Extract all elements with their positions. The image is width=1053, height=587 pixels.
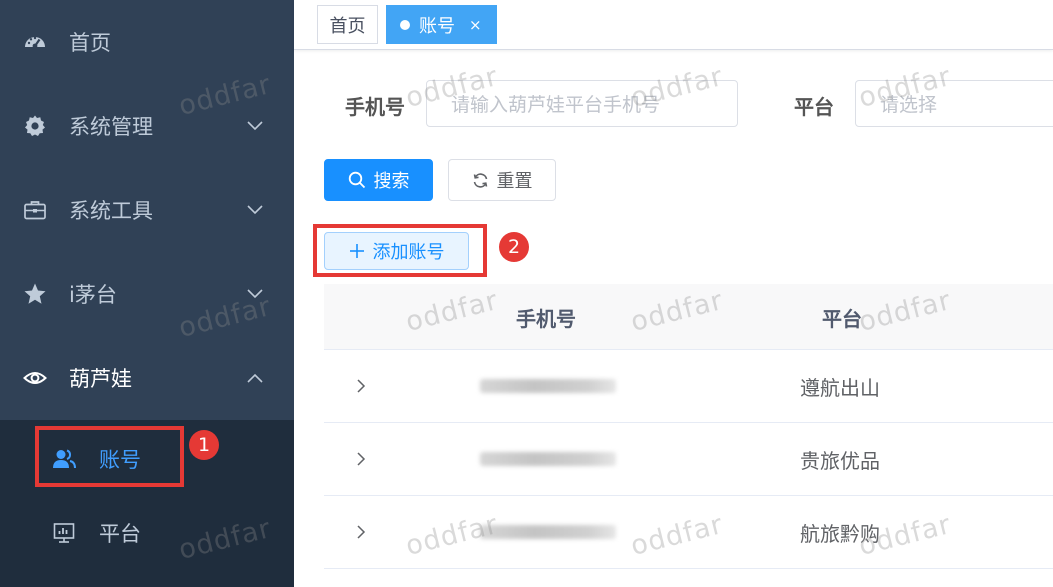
sidebar-item-label: 首页 [69,31,111,55]
tab-account[interactable]: 账号 × [386,5,497,44]
annotation-badge-2: 2 [499,232,529,262]
expand-row-icon[interactable] [352,448,370,470]
platform-cell: 贵旅优品 [800,449,880,473]
chevron-down-icon [245,116,265,136]
sidebar-item-system-management[interactable]: 系统管理 [0,84,294,168]
chevron-up-icon [245,368,265,388]
table-header: 手机号 平台 [324,284,1053,350]
monitor-chart-icon [52,521,76,545]
sidebar-item-system-tools[interactable]: 系统工具 [0,168,294,252]
annotation-badge-1: 1 [189,430,219,460]
active-dot-icon [400,19,410,30]
phone-input[interactable]: 请输入葫芦娃平台手机号 [426,80,738,127]
close-icon[interactable]: × [469,16,482,34]
chevron-down-icon [245,200,265,220]
platform-label: 平台 [794,95,834,119]
star-icon [22,281,48,307]
sidebar: 首页 系统管理 系统工具 i茅台 葫芦娃 账号 平台 [0,0,294,587]
search-button[interactable]: 搜索 [324,159,433,201]
sidebar-item-label: 系统工具 [69,199,153,223]
masked-phone-number [480,525,616,539]
reset-button-label: 重置 [496,171,533,192]
search-button-label: 搜索 [373,171,410,192]
sidebar-item-home[interactable]: 首页 [0,0,294,84]
refresh-icon [472,172,489,189]
sidebar-item-imoutai[interactable]: i茅台 [0,252,294,336]
search-icon [348,171,366,189]
annotation-box-2 [313,224,487,277]
table-row: 遵航出山 [324,350,1053,423]
masked-phone-number [480,379,616,393]
platform-cell: 航旅黔购 [800,522,880,546]
table-row: 贵旅优品 [324,423,1053,496]
sidebar-item-label: i茅台 [69,283,117,307]
masked-phone-number [480,452,616,466]
eye-icon [22,365,48,391]
sidebar-item-label: 系统管理 [69,115,153,139]
sidebar-subitem-label: 平台 [99,522,141,546]
expand-row-icon[interactable] [352,521,370,543]
tab-label: 账号 [419,15,455,37]
phone-input-placeholder: 请输入葫芦娃平台手机号 [451,94,661,116]
reset-button[interactable]: 重置 [448,159,556,201]
platform-select-placeholder: 请选择 [880,94,938,116]
phone-label: 手机号 [345,95,405,119]
annotation-box-1 [35,426,184,487]
toolbox-icon [22,197,48,223]
platform-select[interactable]: 请选择 [855,80,1053,127]
sidebar-subitem-platform[interactable]: 平台 [0,496,294,570]
expand-row-icon[interactable] [352,375,370,397]
chevron-down-icon [245,284,265,304]
dashboard-icon [22,29,48,55]
gear-icon [22,113,48,139]
table-row: 航旅黔购 [324,496,1053,569]
column-header-platform: 平台 [822,306,862,331]
sidebar-item-huluwa[interactable]: 葫芦娃 [0,336,294,420]
tab-home[interactable]: 首页 [317,5,378,44]
sidebar-item-label: 葫芦娃 [69,367,132,391]
tab-label: 首页 [329,15,366,37]
column-header-phone: 手机号 [516,306,576,331]
tags-view-bar: 首页 账号 × [294,0,1053,50]
platform-cell: 遵航出山 [800,376,880,400]
